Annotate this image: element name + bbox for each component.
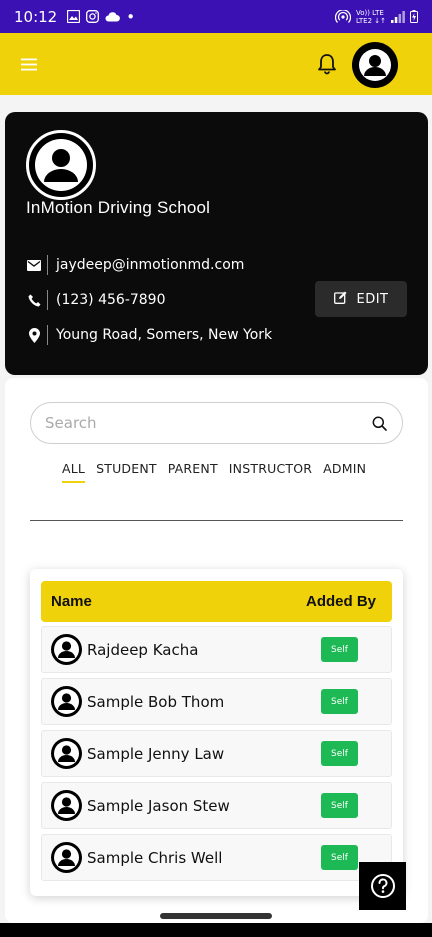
divider [47, 290, 48, 310]
tab-all[interactable]: ALL [62, 461, 86, 483]
school-name: InMotion Driving School [26, 198, 211, 217]
user-name: Sample Jenny Law [87, 744, 225, 763]
home-indicator[interactable] [160, 913, 272, 919]
address-row: Young Road, Somers, New York [26, 325, 272, 345]
users-table: Name Added By Rajdeep Kacha Self Sample … [30, 569, 403, 896]
status-bar: 10:12 • Vo)) LTE LTE2 ↓↑ [0, 0, 432, 33]
filter-tabs: ALL STUDENT PARENT INSTRUCTOR ADMIN [62, 461, 366, 483]
divider [47, 255, 48, 275]
column-header-name: Name [51, 593, 92, 610]
search-input[interactable] [45, 414, 370, 432]
help-circle-icon [370, 874, 395, 898]
edit-button[interactable]: EDIT [315, 281, 407, 317]
profile-card: InMotion Driving School jaydeep@inmotion… [5, 112, 428, 375]
content-card: ALL STUDENT PARENT INSTRUCTOR ADMIN Name… [5, 378, 428, 923]
help-button[interactable] [359, 862, 406, 910]
added-by-badge: Self [321, 689, 358, 714]
table-row[interactable]: Rajdeep Kacha Self [41, 626, 392, 673]
email-row: jaydeep@inmotionmd.com [26, 255, 244, 275]
column-header-added-by: Added By [305, 593, 376, 610]
user-name: Sample Jason Stew [87, 796, 230, 815]
table-row[interactable]: Sample Jenny Law Self [41, 730, 392, 777]
added-by-badge: Self [321, 845, 358, 870]
table-header: Name Added By [41, 581, 392, 622]
profile-avatar [26, 130, 96, 200]
user-avatar-icon [51, 842, 82, 873]
user-avatar-icon [51, 686, 82, 717]
table-row[interactable]: Sample Bob Thom Self [41, 678, 392, 725]
tab-parent[interactable]: PARENT [168, 461, 218, 483]
added-by-badge: Self [321, 741, 358, 766]
phone-row: (123) 456-7890 [26, 290, 166, 310]
system-nav-bar [0, 923, 432, 937]
tab-student[interactable]: STUDENT [96, 461, 157, 483]
user-avatar-icon[interactable] [352, 42, 398, 88]
hotspot-icon [334, 9, 351, 24]
hamburger-menu-icon[interactable] [18, 53, 40, 75]
app-bar [0, 33, 432, 95]
mail-icon [26, 256, 42, 274]
user-avatar-icon [51, 790, 82, 821]
user-avatar-icon [51, 738, 82, 769]
edit-label: EDIT [356, 291, 389, 307]
instagram-icon [86, 10, 100, 23]
status-time: 10:12 [14, 7, 58, 26]
user-avatar-icon [35, 139, 87, 191]
gallery-icon [67, 10, 81, 23]
user-name: Sample Chris Well [87, 848, 223, 867]
bell-icon[interactable] [314, 51, 340, 77]
added-by-badge: Self [321, 793, 358, 818]
battery-icon [410, 10, 418, 23]
tab-instructor[interactable]: INSTRUCTOR [229, 461, 312, 483]
address-text: Young Road, Somers, New York [56, 327, 273, 343]
notification-dot: • [126, 7, 136, 26]
table-row[interactable]: Sample Chris Well Self [41, 834, 392, 881]
cloud-icon [105, 11, 121, 22]
search-icon[interactable] [370, 414, 388, 432]
edit-icon [333, 291, 347, 308]
user-name: Rajdeep Kacha [87, 640, 199, 659]
tabs-divider [30, 520, 403, 521]
user-avatar-icon [51, 634, 82, 665]
tab-admin[interactable]: ADMIN [323, 461, 366, 483]
phone-icon [26, 291, 42, 309]
search-box [30, 402, 403, 444]
user-name: Sample Bob Thom [87, 692, 225, 711]
signal-icon [391, 10, 405, 23]
table-row[interactable]: Sample Jason Stew Self [41, 782, 392, 829]
phone-text: (123) 456-7890 [56, 292, 166, 308]
email-text: jaydeep@inmotionmd.com [56, 257, 245, 273]
divider [47, 325, 48, 345]
added-by-badge: Self [321, 637, 358, 662]
lte-indicator: Vo)) LTE LTE2 ↓↑ [355, 8, 386, 25]
location-pin-icon [26, 326, 42, 344]
